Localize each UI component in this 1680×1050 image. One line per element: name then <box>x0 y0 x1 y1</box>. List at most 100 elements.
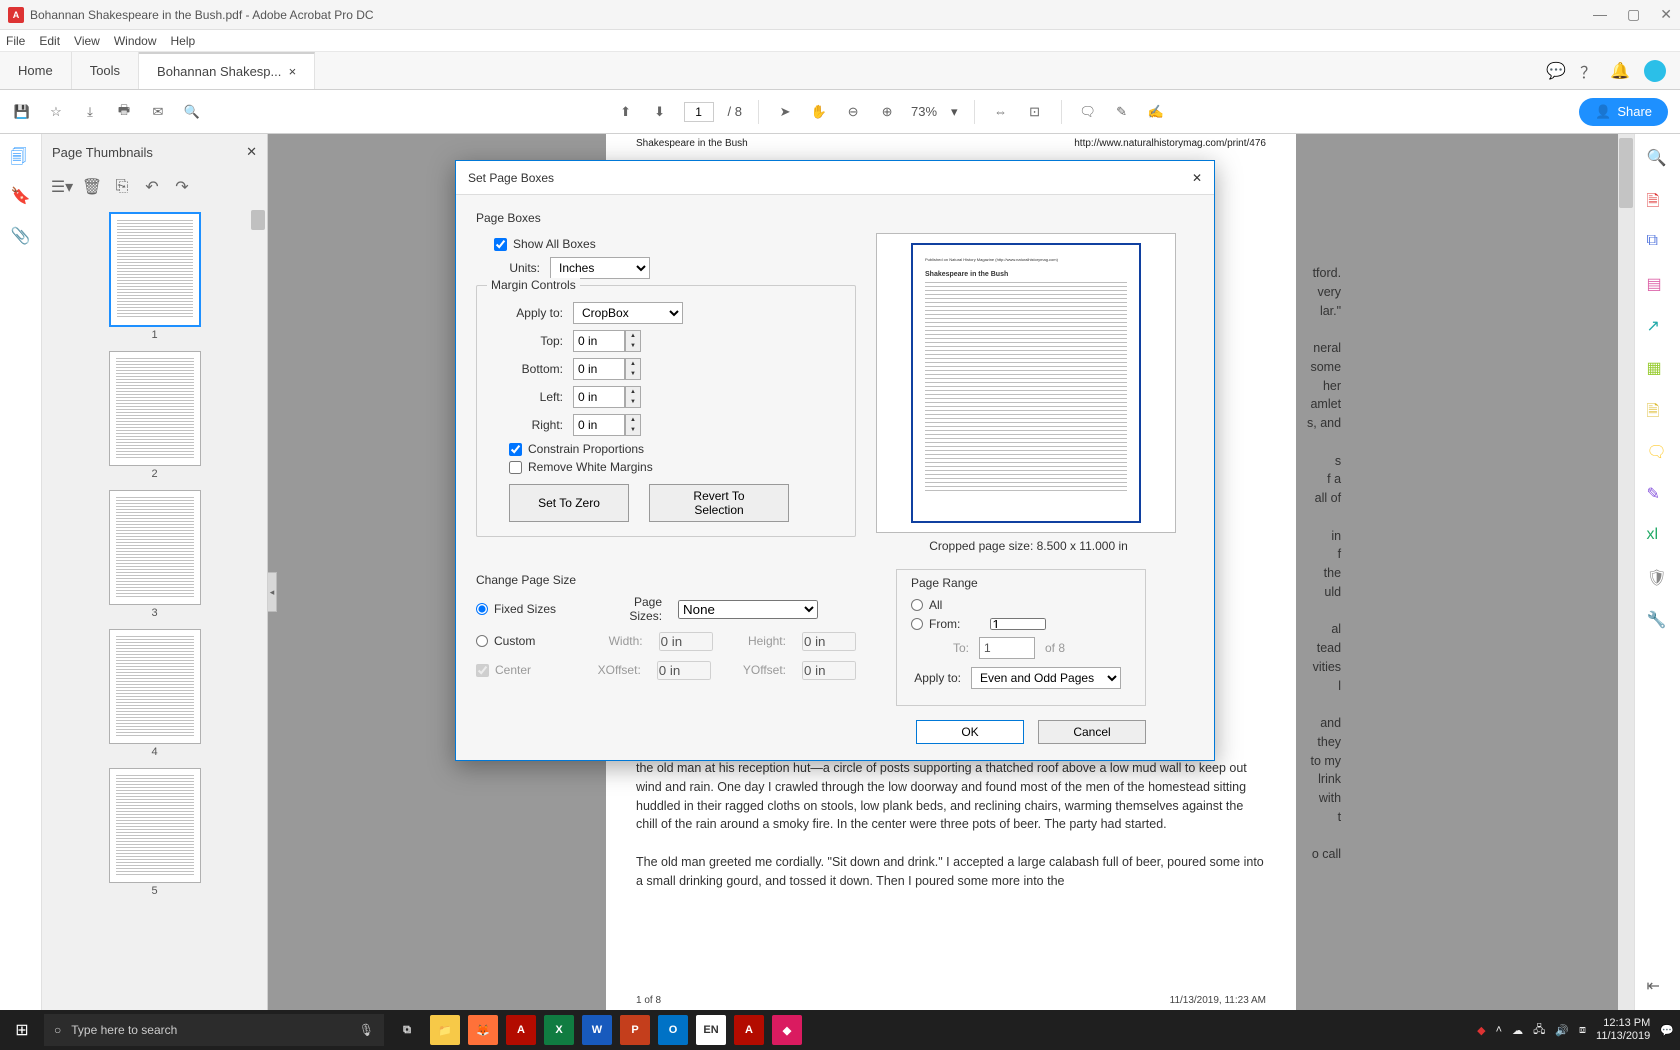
highlight-icon[interactable]: ✎ <box>1112 102 1132 122</box>
cloud-icon[interactable]: ⤓ <box>80 102 100 122</box>
bookmarks-rail-icon[interactable]: 🔖 <box>11 186 31 206</box>
tab-document[interactable]: Bohannan Shakesp... × <box>139 52 315 89</box>
thumb-options-icon[interactable]: ☰▾ <box>52 177 72 197</box>
range-all-radio[interactable] <box>911 599 923 611</box>
rr-sign-icon[interactable]: ✎ <box>1647 484 1669 506</box>
rr-combine-icon[interactable]: ⧉ <box>1647 232 1669 254</box>
rr-protect-icon[interactable]: 🛡 <box>1647 568 1669 590</box>
dialog-close-icon[interactable]: ✕ <box>1192 171 1202 185</box>
tab-close-icon[interactable]: × <box>289 64 297 79</box>
tb-acrobat2-icon[interactable]: A <box>734 1015 764 1045</box>
custom-radio[interactable] <box>476 635 488 647</box>
thumb-scrollbar[interactable] <box>251 210 265 230</box>
top-input[interactable] <box>573 330 625 352</box>
range-from-radio[interactable] <box>911 618 923 630</box>
thumb-page-1[interactable]: 1 <box>109 212 201 341</box>
fit-page-icon[interactable]: ⊡ <box>1025 102 1045 122</box>
cancel-button[interactable]: Cancel <box>1038 720 1146 744</box>
tb-firefox-icon[interactable]: 🦊 <box>468 1015 498 1045</box>
menu-edit[interactable]: Edit <box>39 34 60 48</box>
tb-word-icon[interactable]: W <box>582 1015 612 1045</box>
collapse-left-handle[interactable]: ◂ <box>268 572 277 612</box>
rr-export-icon[interactable]: ↗ <box>1647 316 1669 338</box>
tab-tools[interactable]: Tools <box>72 52 139 89</box>
constrain-checkbox[interactable] <box>509 443 522 456</box>
show-all-boxes-checkbox[interactable] <box>494 238 507 251</box>
applyto-select[interactable]: CropBox <box>573 302 683 324</box>
fit-width-icon[interactable]: ⇔ <box>991 102 1011 122</box>
thumb-page-3[interactable]: 3 <box>109 490 201 619</box>
doc-scrollbar[interactable] <box>1618 134 1634 1010</box>
attachments-rail-icon[interactable]: 📎 <box>11 226 31 246</box>
rr-fill-sign-icon[interactable]: 🗨 <box>1647 442 1669 464</box>
tb-endnote-icon[interactable]: EN <box>696 1015 726 1045</box>
tb-excel-icon[interactable]: X <box>544 1015 574 1045</box>
rr-organize-icon[interactable]: ▦ <box>1647 358 1669 380</box>
task-view-icon[interactable]: ⧉ <box>392 1015 422 1045</box>
zoom-dropdown-icon[interactable]: ▾ <box>951 104 958 120</box>
tray-cloud-icon[interactable]: ☁ <box>1512 1024 1523 1037</box>
revert-button[interactable]: Revert To Selection <box>649 484 789 522</box>
set-to-zero-button[interactable]: Set To Zero <box>509 484 629 522</box>
top-spinner[interactable]: ▲▼ <box>625 330 641 352</box>
tray-notifications-icon[interactable]: 💬 <box>1660 1024 1674 1037</box>
right-spinner[interactable]: ▲▼ <box>625 414 641 436</box>
thumb-page-4[interactable]: 4 <box>109 629 201 758</box>
help-icon[interactable]: ？ <box>1580 59 1596 83</box>
mic-icon[interactable]: 🎙 <box>359 1023 374 1037</box>
tray-dropbox-icon[interactable]: ⧈ <box>1579 1024 1586 1037</box>
tb-outlook-icon[interactable]: O <box>658 1015 688 1045</box>
save-icon[interactable]: 💾 <box>12 102 32 122</box>
rr-edit-pdf-icon[interactable]: ▤ <box>1647 274 1669 296</box>
tb-powerpoint-icon[interactable]: P <box>620 1015 650 1045</box>
range-apply-select[interactable]: Even and Odd Pages <box>971 667 1121 689</box>
close-button[interactable]: ✕ <box>1660 6 1672 23</box>
avatar[interactable] <box>1644 60 1666 82</box>
bell-icon[interactable]: 🔔 <box>1610 61 1630 81</box>
page-up-icon[interactable]: ⬆ <box>616 102 636 122</box>
start-button[interactable]: ⊞ <box>0 1020 44 1040</box>
zoom-value[interactable]: 73% <box>911 104 937 119</box>
print-icon[interactable]: 🖶 <box>114 102 134 122</box>
pointer-icon[interactable]: ➤ <box>775 102 795 122</box>
thumb-rotate-ccw-icon[interactable]: ↶ <box>142 177 162 197</box>
rr-excel-icon[interactable]: xl <box>1647 526 1669 548</box>
sign-icon[interactable]: ✍ <box>1146 102 1166 122</box>
tray-network-icon[interactable]: 🖧 <box>1533 1021 1545 1040</box>
maximize-button[interactable]: ▢ <box>1627 6 1640 23</box>
bottom-spinner[interactable]: ▲▼ <box>625 358 641 380</box>
menu-file[interactable]: File <box>6 34 25 48</box>
rr-search-icon[interactable]: 🔍 <box>1647 148 1669 170</box>
page-down-icon[interactable]: ⬇ <box>650 102 670 122</box>
page-number-input[interactable] <box>684 102 714 122</box>
star-icon[interactable]: ☆ <box>46 102 66 122</box>
thumbnails-close-icon[interactable]: ✕ <box>246 144 257 160</box>
thumb-page-2[interactable]: 2 <box>109 351 201 480</box>
thumb-page-5[interactable]: 5 <box>109 768 201 897</box>
thumbnails-list[interactable]: 1 2 3 4 5 <box>42 204 267 1010</box>
left-spinner[interactable]: ▲▼ <box>625 386 641 408</box>
right-input[interactable] <box>573 414 625 436</box>
sticky-note-icon[interactable]: 🗨 <box>1078 102 1098 122</box>
page-sizes-select[interactable]: None <box>678 600 818 619</box>
tray-clock[interactable]: 12:13 PM 11/13/2019 <box>1596 1017 1650 1043</box>
menu-window[interactable]: Window <box>114 34 157 48</box>
thumb-rotate-cw-icon[interactable]: ↷ <box>172 177 192 197</box>
remove-white-checkbox[interactable] <box>509 461 522 474</box>
search-icon[interactable]: 🔍 <box>182 102 202 122</box>
tray-adobe-icon[interactable]: ◆ <box>1477 1024 1485 1037</box>
menu-help[interactable]: Help <box>171 34 196 48</box>
minimize-button[interactable]: — <box>1593 6 1607 23</box>
taskbar-search[interactable]: ○ Type here to search 🎙 <box>44 1014 384 1046</box>
zoom-out-icon[interactable]: ⊖ <box>843 102 863 122</box>
bottom-input[interactable] <box>573 358 625 380</box>
hand-icon[interactable]: ✋ <box>809 102 829 122</box>
tb-cc-icon[interactable]: ◆ <box>772 1015 802 1045</box>
thumbnails-rail-icon[interactable]: 🗐 <box>11 146 31 166</box>
mail-icon[interactable]: ✉ <box>148 102 168 122</box>
tb-acrobat-icon[interactable]: A <box>506 1015 536 1045</box>
zoom-in-icon[interactable]: ⊕ <box>877 102 897 122</box>
rr-comment-icon[interactable]: 🗎 <box>1647 400 1669 422</box>
units-select[interactable]: Inches <box>550 257 650 279</box>
thumb-insert-icon[interactable]: ⎘ <box>112 177 132 197</box>
